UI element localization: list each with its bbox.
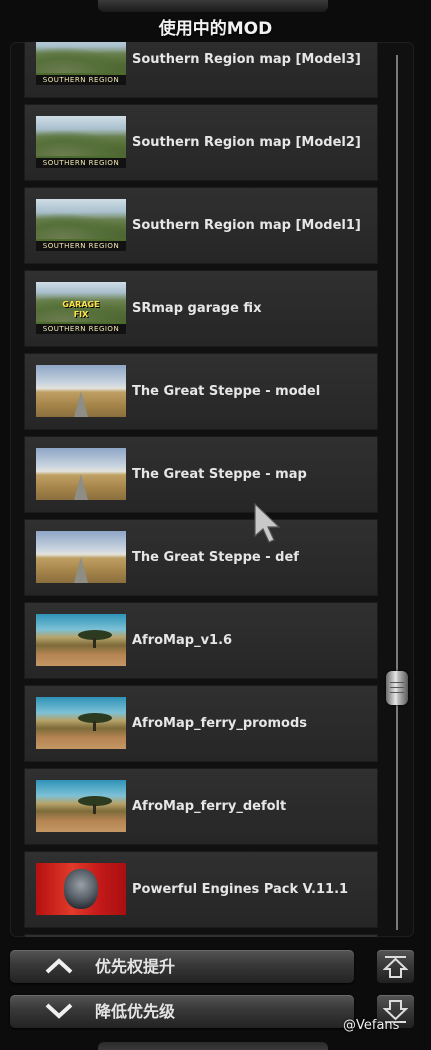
panel-title: 使用中的MOD	[158, 19, 273, 39]
mod-name: AfroMap_v1.6	[132, 633, 233, 648]
watermark: @Vefans	[343, 1018, 400, 1033]
steppe-road-thumbnail	[36, 365, 126, 417]
thumbnail-fix-text: FIX	[73, 310, 89, 319]
engine-skull-thumbnail	[36, 863, 126, 915]
mod-name: Southern Region map [Model1]	[132, 218, 361, 233]
thumbnail-tag: SOUTHERN REGION	[36, 75, 126, 85]
africa-tree-thumbnail	[36, 614, 126, 666]
southern-region-thumbnail: SOUTHERN REGION	[36, 199, 126, 251]
mod-name: Southern Region map [Model2]	[132, 135, 361, 150]
priority-up-button[interactable]: 优先权提升	[10, 950, 354, 983]
mod-row[interactable]: Powerful Engines Pack V.11.1	[24, 851, 378, 928]
mod-row[interactable]	[24, 934, 378, 937]
mod-row[interactable]: The Great Steppe - model	[24, 353, 378, 430]
southern-region-thumbnail: SOUTHERN REGION	[36, 116, 126, 168]
mod-name: AfroMap_ferry_defolt	[132, 799, 287, 814]
southern-region-thumbnail: SOUTHERN REGION	[36, 42, 126, 85]
mod-row[interactable]: SOUTHERN REGION Southern Region map [Mod…	[24, 42, 378, 98]
garage-fix-thumbnail: GARAGE FIX SOUTHERN REGION	[36, 282, 126, 334]
mod-name: The Great Steppe - model	[132, 384, 321, 399]
bottom-tab-decoration	[98, 1042, 328, 1050]
top-tab-decoration	[98, 0, 328, 12]
thumbnail-tag: SOUTHERN REGION	[36, 324, 126, 334]
mod-name: AfroMap_ferry_promods	[132, 716, 308, 731]
mod-name: Powerful Engines Pack V.11.1	[132, 882, 349, 897]
mod-row[interactable]: SOUTHERN REGION Southern Region map [Mod…	[24, 104, 378, 181]
move-to-top-icon	[383, 956, 408, 978]
mod-row[interactable]: GARAGE FIX SOUTHERN REGION SRmap garage …	[24, 270, 378, 347]
active-mods-list[interactable]: SOUTHERN REGION Southern Region map [Mod…	[10, 42, 414, 937]
mod-name: Southern Region map [Model3]	[132, 52, 361, 67]
mod-name: SRmap garage fix	[132, 301, 262, 316]
move-to-top-button[interactable]	[377, 950, 414, 983]
africa-tree-thumbnail	[36, 697, 126, 749]
scrollbar-track[interactable]	[396, 55, 398, 930]
steppe-road-thumbnail	[36, 531, 126, 583]
priority-down-button[interactable]: 降低优先级	[10, 995, 354, 1028]
mod-row[interactable]: AfroMap_ferry_promods	[24, 685, 378, 762]
mod-list-items: SOUTHERN REGION Southern Region map [Mod…	[24, 42, 378, 937]
chevron-up-icon	[45, 958, 73, 974]
mod-row[interactable]: SOUTHERN REGION Southern Region map [Mod…	[24, 187, 378, 264]
mod-row[interactable]: The Great Steppe - map	[24, 436, 378, 513]
africa-tree-thumbnail	[36, 780, 126, 832]
priority-down-label: 降低优先级	[95, 1002, 176, 1021]
steppe-road-thumbnail	[36, 448, 126, 500]
mod-row[interactable]: The Great Steppe - def	[24, 519, 378, 596]
thumbnail-garage-text: GARAGE	[62, 300, 100, 309]
thumbnail-tag: SOUTHERN REGION	[36, 158, 126, 168]
priority-up-label: 优先权提升	[95, 957, 176, 976]
chevron-down-icon	[45, 1003, 73, 1019]
thumbnail-tag: SOUTHERN REGION	[36, 241, 126, 251]
mod-row[interactable]: AfroMap_v1.6	[24, 602, 378, 679]
scrollbar-thumb[interactable]	[386, 671, 408, 705]
mod-row[interactable]: AfroMap_ferry_defolt	[24, 768, 378, 845]
mouse-cursor-icon	[254, 502, 281, 543]
